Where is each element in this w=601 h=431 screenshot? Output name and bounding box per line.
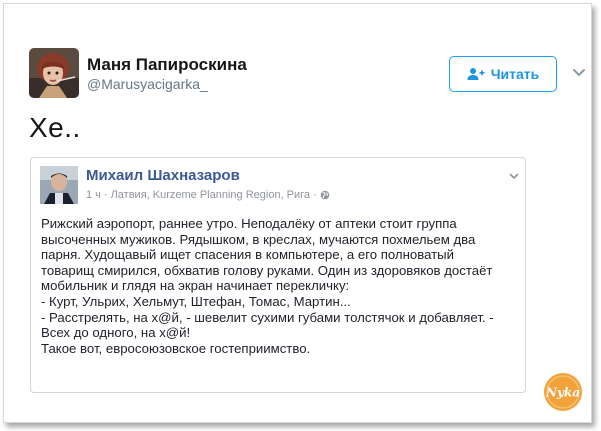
post-body-line: - Расстрелять, на х@й, - шевелит сухими … (41, 309, 494, 325)
chevron-down-icon[interactable] (571, 66, 587, 80)
author-name[interactable]: Маня Папироскина (87, 55, 247, 75)
post-body-line: товарищ смирился, обхватив голову руками… (41, 262, 493, 278)
svg-text:Nyka: Nyka (545, 386, 580, 400)
post-meta: 1 ч · Латвия, Kurzeme Planning Region, Р… (86, 189, 330, 201)
post-author-avatar[interactable] (40, 166, 78, 204)
post-options-chevron-icon[interactable] (509, 167, 519, 180)
post-body-line: - Курт, Ульрих, Хельмут, Штефан, Томас, … (41, 293, 351, 309)
post-body: Рижский аэропорт, раннее утро. Неподалёк… (41, 216, 521, 356)
post-body-line: Всех до одного, на х@й! (41, 325, 191, 341)
post-author-name[interactable]: Михаил Шахназаров (86, 167, 240, 184)
embedded-post[interactable]: Михаил Шахназаров 1 ч · Латвия, Kurzeme … (30, 157, 526, 393)
author-handle[interactable]: @Marusyacigarka_ (87, 76, 208, 92)
post-body-line: Рижский аэропорт, раннее утро. Неподалёк… (41, 216, 457, 231)
globe-icon (320, 190, 330, 200)
meta-separator: · (313, 189, 317, 201)
post-body-line: высоченных мужиков. Рядышком, в креслах,… (41, 231, 476, 247)
post-time[interactable]: 1 ч (86, 189, 101, 201)
follow-label: Читать (490, 66, 540, 82)
meta-separator: · (103, 189, 108, 201)
post-location[interactable]: Латвия, Kurzeme Planning Region, Рига (111, 189, 310, 201)
follow-button[interactable]: Читать (449, 56, 557, 92)
post-body-line: парня. Худощавый ищет спасения в компьют… (41, 247, 455, 263)
post-body-line: мобильник и глядя на экран начинает пере… (41, 278, 350, 294)
tweet-text: Хе.. (29, 112, 81, 143)
tweet-card: Маня Папироскина @Marusyacigarka_ Читать… (3, 3, 592, 423)
add-user-icon (467, 67, 485, 81)
watermark-logo: Nyka (543, 372, 583, 412)
post-body-line: Такое вот, евросоюзовское гостеприимство… (41, 340, 311, 356)
author-avatar[interactable] (29, 48, 79, 98)
